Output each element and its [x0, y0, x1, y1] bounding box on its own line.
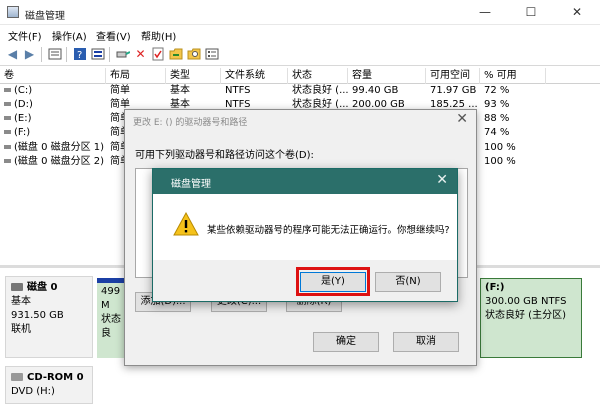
toolbar: ◀ ▶ ? ✕	[0, 44, 600, 66]
menu-action[interactable]: 操作(A)	[52, 28, 87, 43]
minimize-button[interactable]: —	[462, 0, 508, 25]
column-filesystem[interactable]: 文件系统	[221, 68, 288, 84]
column-free-space[interactable]: 可用空间	[426, 68, 480, 84]
help-icon[interactable]: ?	[72, 47, 87, 62]
properties-icon[interactable]	[47, 47, 62, 62]
disk-type: 基本	[11, 296, 31, 307]
cdrom-type: DVD (H:)	[11, 386, 55, 397]
disk-size: 931.50 GB	[11, 310, 64, 321]
disk-management-app-icon	[7, 6, 19, 18]
volume-icon	[4, 88, 11, 92]
volume-layout: 简单	[110, 85, 130, 96]
volume-name: (磁盘 0 磁盘分区 2)	[4, 155, 104, 169]
svg-text:?: ?	[77, 50, 82, 61]
volume-type: 基本	[170, 85, 190, 96]
partition-left[interactable]: 499 M 状态良	[97, 278, 127, 358]
table-row[interactable]: (C:) 简单 基本 NTFS 状态良好 (... 99.40 GB 71.97…	[0, 84, 600, 98]
volume-status: 状态良好 (...	[292, 85, 349, 96]
confirm-dialog-body: 某些依赖驱动器号的程序可能无法正确运行。你想继续吗?	[153, 194, 457, 260]
disk-0-label[interactable]: 磁盘 0 基本 931.50 GB 联机	[5, 276, 93, 358]
column-percent-free[interactable]: % 可用	[480, 68, 546, 84]
confirm-close-icon[interactable]: ✕	[436, 172, 448, 188]
disk-name: 磁盘 0	[27, 282, 58, 293]
toolbar-separator	[109, 47, 110, 62]
column-layout[interactable]: 布局	[106, 68, 166, 84]
toolbar-separator	[66, 47, 67, 62]
partition-status: 状态良好 (主分区)	[485, 310, 566, 321]
menu-view[interactable]: 查看(V)	[96, 28, 131, 43]
partition-name: (F:)	[485, 282, 505, 293]
partition-status: 状态良	[101, 314, 121, 339]
column-type[interactable]: 类型	[166, 68, 221, 84]
volume-name: (磁盘 0 磁盘分区 1)	[4, 141, 104, 155]
disk-state: 联机	[11, 324, 31, 335]
column-volume[interactable]: 卷	[0, 68, 106, 84]
volume-icon	[4, 102, 11, 106]
partition-info: 300.00 GB NTFS	[485, 296, 567, 307]
dialog-close-icon[interactable]: ✕	[456, 111, 468, 127]
window-title: 磁盘管理	[25, 11, 65, 22]
volume-percent: 74 %	[484, 127, 510, 138]
ok-button[interactable]: 确定	[313, 332, 379, 352]
cdrom-0-label[interactable]: CD-ROM 0 DVD (H:)	[5, 366, 93, 404]
column-status[interactable]: 状态	[288, 68, 348, 84]
volume-name: (C:)	[4, 84, 32, 98]
cdrom-name-row: CD-ROM 0	[11, 371, 87, 385]
dialog-prompt: 可用下列驱动器号和路径访问这个卷(D):	[135, 150, 314, 161]
confirm-dialog-titlebar: 磁盘管理 ✕	[153, 169, 457, 194]
maximize-button[interactable]: ☐	[508, 0, 554, 25]
dialog-title: 更改 E: () 的驱动器号和路径	[133, 118, 248, 128]
disk-icon	[11, 283, 23, 291]
cdrom-icon	[11, 373, 23, 381]
volume-icon	[4, 145, 11, 149]
volume-percent: 88 %	[484, 113, 510, 124]
volume-percent: 100 %	[484, 156, 516, 167]
confirm-dialog-title: 磁盘管理	[171, 179, 211, 190]
volume-percent: 72 %	[484, 85, 510, 96]
cancel-button[interactable]: 取消	[393, 332, 459, 352]
delete-icon[interactable]: ✕	[133, 47, 148, 62]
volume-icon	[4, 130, 11, 134]
menu-bar: 文件(F) 操作(A) 查看(V) 帮助(H)	[0, 25, 600, 44]
confirm-message: 某些依赖驱动器号的程序可能无法正确运行。你想继续吗?	[207, 225, 450, 236]
volume-percent: 100 %	[484, 142, 516, 153]
back-arrow-icon[interactable]: ◀	[5, 47, 20, 62]
volume-list-header: 卷 布局 类型 文件系统 状态 容量 可用空间 % 可用	[0, 68, 600, 84]
volume-icon	[4, 116, 11, 120]
forward-arrow-icon[interactable]: ▶	[22, 47, 37, 62]
volume-icon	[4, 159, 11, 163]
folder-open-icon[interactable]	[168, 47, 183, 62]
connect-icon[interactable]	[115, 47, 130, 62]
confirm-dialog-footer: 是(Y) 否(N)	[153, 260, 457, 301]
menu-help[interactable]: 帮助(H)	[141, 28, 176, 43]
confirm-dialog: 磁盘管理 ✕ 某些依赖驱动器号的程序可能无法正确运行。你想继续吗? 是(Y) 否…	[152, 168, 458, 302]
menu-file[interactable]: 文件(F)	[8, 28, 42, 43]
volume-name: (D:)	[4, 98, 33, 112]
partition-size: 499 M	[101, 286, 121, 311]
folder-search-icon[interactable]	[186, 47, 201, 62]
no-button[interactable]: 否(N)	[375, 272, 441, 292]
title-bar: 磁盘管理 — ☐ ✕	[0, 0, 600, 25]
yes-button[interactable]: 是(Y)	[300, 272, 366, 292]
warning-icon	[173, 212, 199, 236]
check-icon[interactable]	[150, 47, 165, 62]
volume-percent: 93 %	[484, 99, 510, 110]
volume-name: (E:)	[4, 112, 32, 126]
volume-fs: NTFS	[225, 85, 251, 96]
toolbar-separator	[41, 47, 42, 62]
volume-free: 71.97 GB	[430, 85, 477, 96]
volume-name: (F:)	[4, 126, 30, 140]
disk-list-icon[interactable]	[90, 47, 105, 62]
disk-0-name-row: 磁盘 0	[11, 281, 87, 295]
volume-capacity: 99.40 GB	[352, 85, 399, 96]
cdrom-name: CD-ROM 0	[27, 372, 84, 383]
list-view-icon[interactable]	[204, 47, 219, 62]
close-button[interactable]: ✕	[554, 0, 600, 25]
partition-f[interactable]: (F:) 300.00 GB NTFS 状态良好 (主分区)	[480, 278, 582, 358]
column-capacity[interactable]: 容量	[348, 68, 426, 84]
